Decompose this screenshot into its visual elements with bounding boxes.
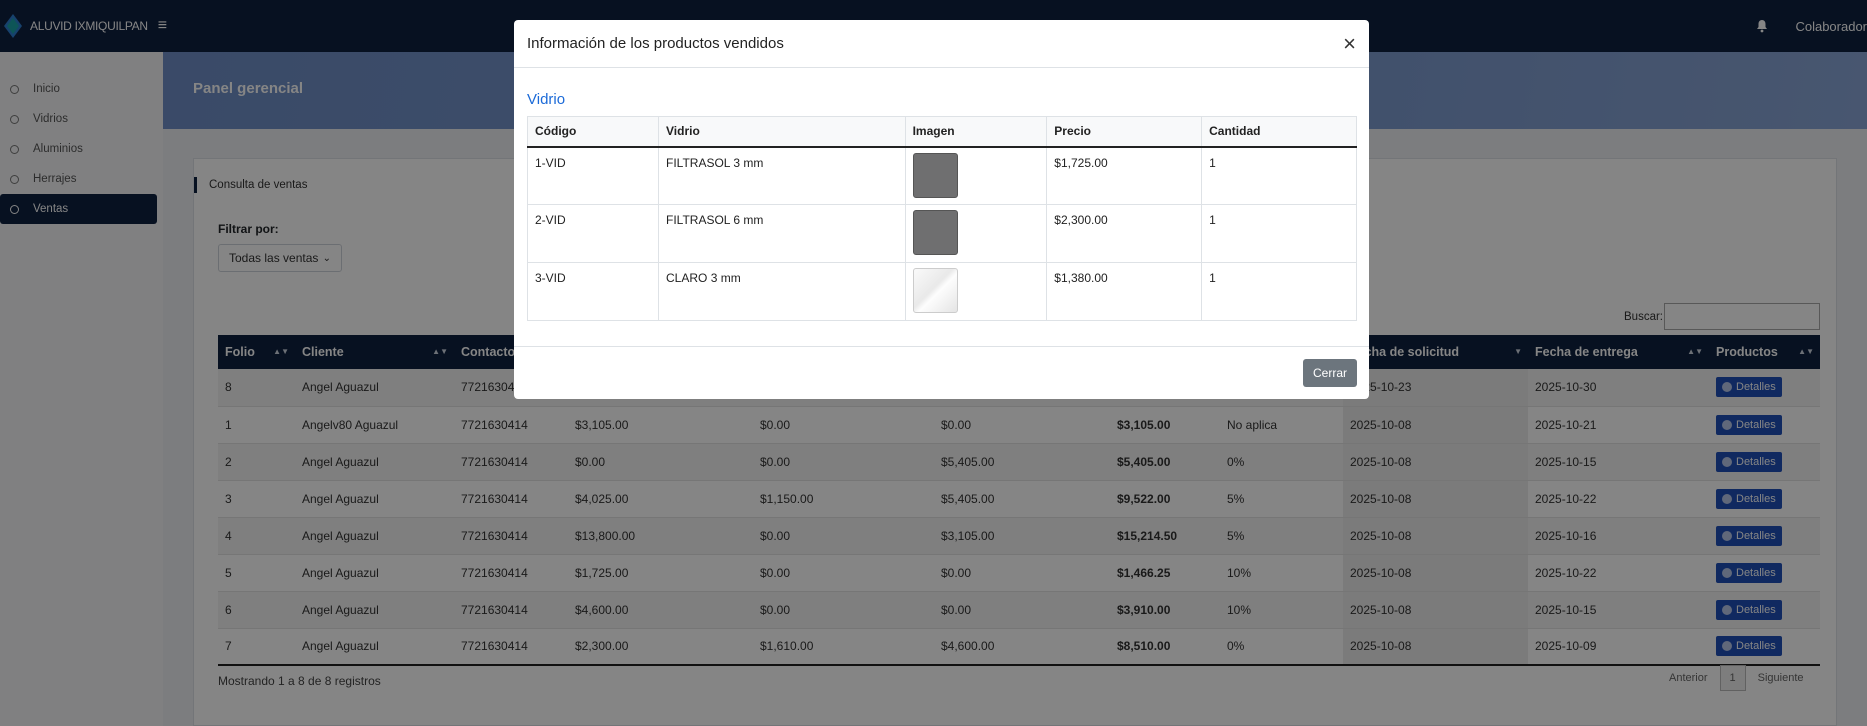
modal-header: Información de los productos vendidos × [514, 20, 1369, 68]
close-button[interactable]: Cerrar [1302, 359, 1357, 387]
product-column-header: Vidrio [658, 116, 906, 148]
products-table: Código Vidrio Imagen Precio Cantidad 1-VID FI… [526, 116, 1357, 321]
product-quantity: 1 [1201, 262, 1357, 321]
product-code: 1-VID [526, 146, 660, 205]
product-column-header: Cantidad [1201, 116, 1357, 148]
product-column-header: Imagen [904, 116, 1048, 148]
product-column-header: Precio [1046, 116, 1203, 148]
product-image-cell [904, 204, 1048, 263]
close-icon[interactable]: × [1343, 32, 1356, 55]
product-name: CLARO 3 mm [658, 262, 906, 321]
product-name: FILTRASOL 3 mm [658, 146, 906, 205]
modal-footer: Cerrar [514, 346, 1369, 399]
products-modal: Información de los productos vendidos × … [514, 20, 1369, 399]
product-price: $2,300.00 [1046, 204, 1203, 263]
product-row: 3-VID CLARO 3 mm $1,380.00 1 [526, 262, 1357, 321]
product-price: $1,725.00 [1046, 146, 1203, 205]
product-price: $1,380.00 [1046, 262, 1203, 321]
product-quantity: 1 [1201, 204, 1357, 263]
gray-glass-image [912, 210, 958, 255]
clear-glass-image [912, 268, 958, 313]
section-title: Vidrio [527, 91, 566, 108]
modal-title: Información de los productos vendidos [527, 35, 784, 52]
product-image-cell [904, 146, 1048, 205]
product-column-header: Código [526, 116, 660, 148]
product-code: 2-VID [526, 204, 660, 263]
product-row: 1-VID FILTRASOL 3 mm $1,725.00 1 [526, 146, 1357, 205]
gray-glass-image [912, 152, 958, 198]
product-code: 3-VID [526, 262, 660, 321]
product-name: FILTRASOL 6 mm [658, 204, 906, 263]
product-image-cell [904, 262, 1048, 321]
product-quantity: 1 [1201, 146, 1357, 205]
product-row: 2-VID FILTRASOL 6 mm $2,300.00 1 [526, 204, 1357, 263]
